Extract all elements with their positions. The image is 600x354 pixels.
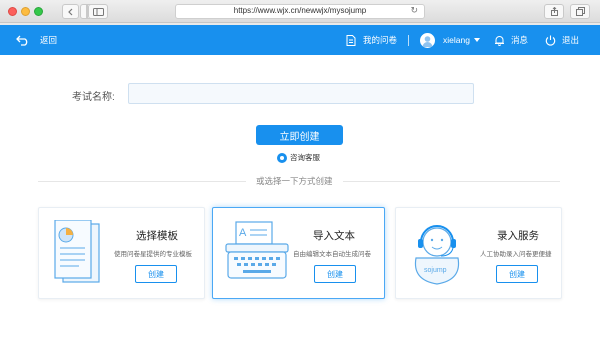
messages-link[interactable]: 消息 [494,25,528,55]
back-label: 返回 [40,35,58,45]
browser-back-button[interactable] [62,4,79,19]
tabs-icon [575,7,585,16]
create-template-button[interactable]: 创建 [135,265,177,283]
template-docs-icon [54,220,100,283]
exam-name-label: 考试名称: [72,92,115,103]
bell-icon [495,35,504,46]
chevron-left-icon [67,8,72,15]
create-now-button[interactable]: 立即创建 [256,125,343,145]
card-title: 导入文本 [313,230,355,242]
divider-text: 或选择一下方式创建 [246,175,343,187]
minimize-window-button[interactable] [21,7,30,16]
caret-down-icon [473,38,480,42]
create-import-button[interactable]: 创建 [314,265,356,283]
customer-service-icon: sojump [414,225,460,285]
card-template[interactable]: 选择模板 使用问卷星提供的专业模板 创建 [38,207,205,299]
logout-link[interactable]: 退出 [545,25,579,55]
logout-label: 退出 [562,35,580,45]
return-icon [16,35,28,46]
share-button[interactable] [544,4,564,19]
messages-label: 消息 [511,35,529,45]
sidebar-icon [92,7,104,16]
user-menu[interactable]: xielang [420,25,480,55]
card-desc: 自由编辑文本自动生成问卷 [293,251,371,258]
tabs-overview-button[interactable] [570,4,590,19]
username: xielang [443,35,470,45]
url-text: https://www.wjx.cn/newwjx/mysojump [233,6,367,15]
document-icon [346,34,356,46]
avatar [420,32,435,48]
sidebar-view-button[interactable] [88,4,108,19]
card-desc: 人工协助录入问卷更便捷 [480,251,552,258]
main-content: 考试名称: 立即创建 咨询客服 或选择一下方式创建 选择模板 使用问卷星提供的专… [0,55,600,354]
header-separator [408,35,409,46]
share-icon [550,7,558,16]
browser-toolbar: https://www.wjx.cn/newwjx/mysojump ↻ [0,0,600,23]
sojump-illustration-text: sojump [424,267,447,274]
typewriter-icon: A [225,221,289,279]
power-icon [545,35,556,46]
app-header: 返回 我的问卷 xielang 消息 退出 [0,25,600,55]
consult-link[interactable]: 咨询客服 [277,152,320,163]
reload-icon[interactable]: ↻ [410,5,418,16]
card-desc: 使用问卷星提供的专业模板 [114,251,192,258]
headset-icon [277,152,287,163]
my-surveys-label: 我的问卷 [363,35,398,45]
card-title: 选择模板 [136,230,178,242]
card-import-text[interactable]: A 导入文本 自由编辑文本自动生成问卷 创建 [212,207,385,299]
close-window-button[interactable] [8,7,17,16]
back-link[interactable]: 返回 [16,25,57,55]
create-service-button[interactable]: 创建 [496,265,538,283]
svg-text:A: A [239,227,247,239]
card-title: 录入服务 [497,230,539,242]
address-bar[interactable]: https://www.wjx.cn/newwjx/mysojump ↻ [175,4,425,19]
card-entry-service[interactable]: sojump 录入服务 人工协助录入问卷更便捷 创建 [395,207,562,299]
consult-label: 咨询客服 [290,153,320,162]
my-surveys-link[interactable]: 我的问卷 [346,25,397,55]
maximize-window-button[interactable] [34,7,43,16]
exam-name-input[interactable] [128,83,474,104]
